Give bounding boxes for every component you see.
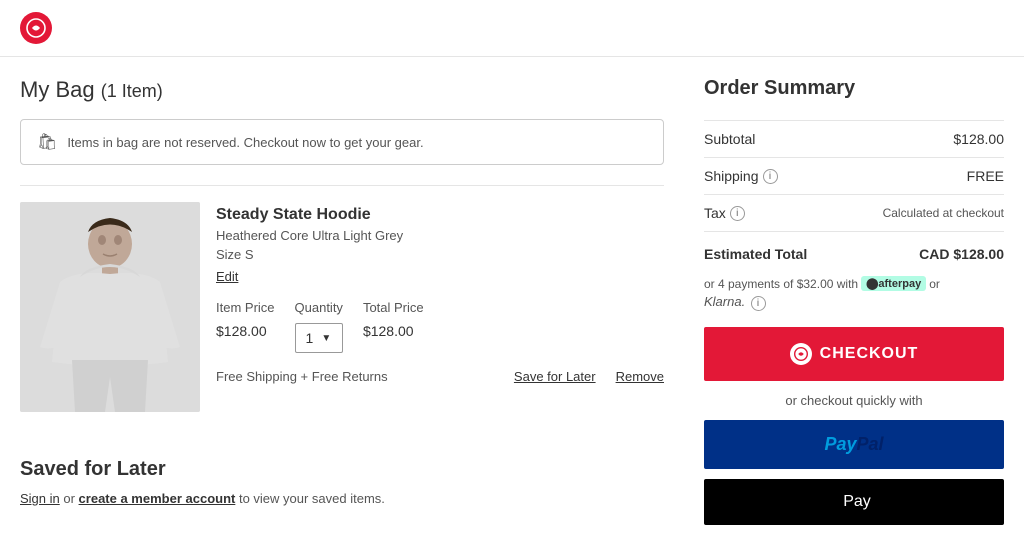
total-price-col: Total Price $128.00	[363, 300, 424, 339]
create-account-link[interactable]: create a member account	[79, 491, 236, 506]
product-footer: Free Shipping + Free Returns Save for La…	[216, 369, 664, 384]
saved-text: Sign in or create a member account to vi…	[20, 491, 664, 506]
paypal-button[interactable]: PayPal	[704, 420, 1004, 469]
subtotal-label: Subtotal	[704, 131, 755, 147]
bag-notice: 🛍 Items in bag are not reserved. Checkou…	[20, 119, 664, 165]
klarna-label: Klarna.	[704, 294, 745, 309]
afterpay-text: or 4 payments of $32.00 with ⬤ afterpay …	[704, 276, 1004, 311]
save-for-later-link[interactable]: Save for Later	[514, 369, 596, 384]
estimated-value: CAD $128.00	[919, 246, 1004, 262]
bag-item-count: (1 Item)	[101, 81, 163, 101]
product-size: Size S	[216, 247, 664, 262]
edit-link[interactable]: Edit	[216, 269, 238, 284]
quantity-col: Quantity 1 ▼	[295, 300, 343, 353]
afterpay-label: afterpay	[878, 278, 921, 290]
order-summary-title: Order Summary	[704, 77, 1004, 100]
product-row: Steady State Hoodie Heathered Core Ultra…	[20, 185, 664, 428]
tax-value: Calculated at checkout	[883, 206, 1004, 220]
shipping-label: Shipping i	[704, 168, 778, 184]
bag-section: My Bag (1 Item) 🛍 Items in bag are not r…	[20, 77, 664, 525]
page-title: My Bag (1 Item)	[20, 77, 664, 103]
lululemon-logo[interactable]	[20, 12, 52, 44]
afterpay-badge: ⬤ afterpay	[861, 276, 926, 291]
remove-link[interactable]: Remove	[616, 369, 664, 384]
quantity-label: Quantity	[295, 300, 343, 315]
bag-icon: 🛍	[37, 132, 57, 152]
product-details: Steady State Hoodie Heathered Core Ultra…	[216, 202, 664, 412]
or-checkout-text: or checkout quickly with	[704, 393, 1004, 408]
subtotal-value: $128.00	[953, 131, 1004, 147]
estimated-total-row: Estimated Total CAD $128.00	[704, 232, 1004, 276]
tax-label: Tax i	[704, 205, 745, 221]
quantity-value: 1	[306, 330, 314, 346]
klarna-info-icon[interactable]: i	[751, 296, 766, 311]
pricing-row: Item Price $128.00 Quantity 1 ▼ Total Pr…	[216, 300, 664, 353]
product-image-svg	[20, 202, 200, 412]
checkout-button[interactable]: CHECKOUT	[704, 327, 1004, 381]
apple-pay-button[interactable]: Pay	[704, 479, 1004, 525]
item-price-label: Item Price	[216, 300, 275, 315]
checkout-logo-icon	[794, 347, 808, 361]
saved-for-later-section: Saved for Later Sign in or create a memb…	[20, 458, 664, 506]
bag-title-text: My Bag	[20, 77, 95, 102]
tax-row: Tax i Calculated at checkout	[704, 195, 1004, 232]
afterpay-description: or 4 payments of $32.00 with	[704, 277, 858, 291]
free-shipping-text: Free Shipping + Free Returns	[216, 369, 494, 384]
main-layout: My Bag (1 Item) 🛍 Items in bag are not r…	[0, 57, 1024, 545]
product-name: Steady State Hoodie	[216, 206, 664, 224]
item-price-value: $128.00	[216, 323, 275, 339]
product-color: Heathered Core Ultra Light Grey	[216, 228, 664, 243]
afterpay-icon: ⬤	[866, 277, 878, 290]
sign-in-link[interactable]: Sign in	[20, 491, 60, 506]
bag-notice-text: Items in bag are not reserved. Checkout …	[67, 135, 423, 150]
qty-chevron-icon: ▼	[321, 333, 331, 344]
shipping-row: Shipping i FREE	[704, 158, 1004, 195]
total-price-label: Total Price	[363, 300, 424, 315]
subtotal-row: Subtotal $128.00	[704, 120, 1004, 158]
paypal-label: PayPal	[824, 434, 883, 455]
checkout-logo	[790, 343, 812, 365]
shipping-label-text: Shipping	[704, 168, 759, 184]
product-image	[20, 202, 200, 412]
header	[0, 0, 1024, 57]
saved-title: Saved for Later	[20, 458, 664, 481]
checkout-label: CHECKOUT	[820, 345, 919, 363]
shipping-info-icon[interactable]: i	[763, 169, 778, 184]
tax-info-icon[interactable]: i	[730, 206, 745, 221]
applepay-label: Pay	[843, 493, 871, 511]
quantity-selector[interactable]: 1 ▼	[295, 323, 343, 353]
order-summary-section: Order Summary Subtotal $128.00 Shipping …	[704, 77, 1004, 525]
klarna-text: Klarna. i	[704, 294, 766, 311]
shipping-value: FREE	[967, 168, 1004, 184]
estimated-label: Estimated Total	[704, 246, 807, 262]
tax-label-text: Tax	[704, 205, 726, 221]
item-price-col: Item Price $128.00	[216, 300, 275, 339]
logo-icon	[26, 18, 46, 38]
or-separator: or	[929, 277, 940, 291]
total-price-value: $128.00	[363, 323, 424, 339]
